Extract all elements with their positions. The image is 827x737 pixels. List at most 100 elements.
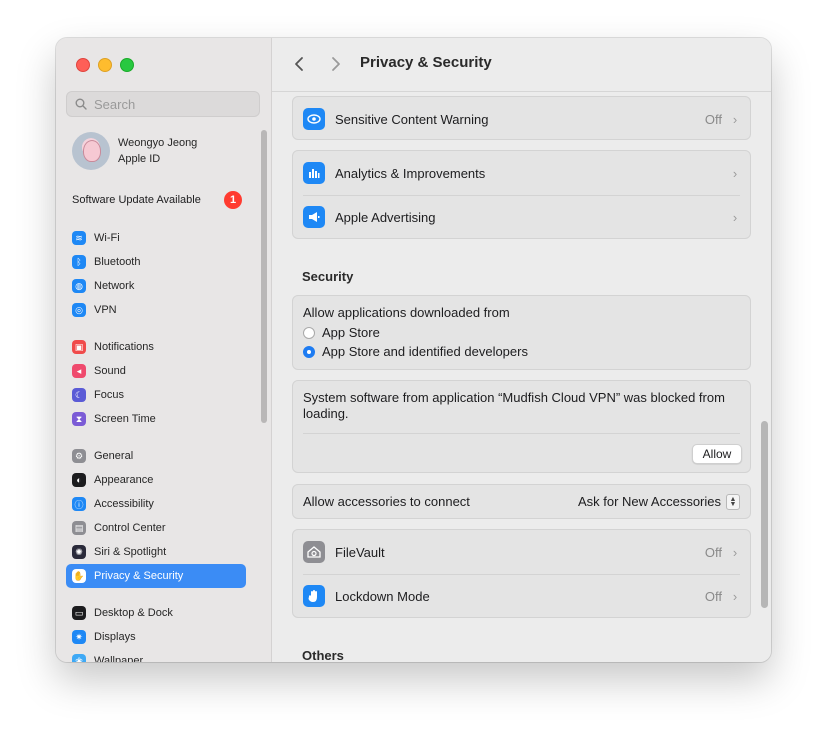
divider: [303, 433, 740, 434]
avatar: [72, 132, 110, 170]
filevault-row[interactable]: FileVault Off ›: [293, 530, 750, 574]
vpn-icon: ◎: [72, 303, 86, 317]
sidebar-item-general[interactable]: ⚙ General: [66, 444, 246, 468]
sensitive-content-label: Sensitive Content Warning: [335, 111, 489, 127]
sidebar-item-network[interactable]: ◍ Network: [66, 274, 246, 298]
allow-apps-title: Allow applications downloaded from: [303, 305, 510, 320]
sidebar-item-control-center[interactable]: ▤ Control Center: [66, 516, 246, 540]
main-pane: Privacy & Security Sensitive Content War…: [272, 38, 771, 662]
accessories-popup-value[interactable]: Ask for New Accessories: [578, 494, 721, 509]
chevron-right-icon: [332, 57, 340, 71]
sidebar-item-siri-spotlight[interactable]: ✺ Siri & Spotlight: [66, 540, 246, 564]
zoom-button[interactable]: [120, 58, 134, 72]
advertising-label: Apple Advertising: [335, 209, 436, 225]
lockdown-label: Lockdown Mode: [335, 588, 430, 604]
sidebar-item-focus[interactable]: ☾ Focus: [66, 383, 246, 407]
globe-icon: ◍: [72, 279, 86, 293]
update-count-badge: 1: [224, 191, 242, 209]
filevault-value: Off: [704, 544, 722, 560]
sidebar-item-sound[interactable]: ◂ Sound: [66, 359, 246, 383]
speaker-icon: ◂: [72, 364, 86, 378]
sidebar-item-label: Accessibility: [94, 498, 154, 510]
sidebar-item-desktop-dock[interactable]: ▭ Desktop & Dock: [66, 601, 246, 625]
sidebar-item-label: Focus: [94, 389, 124, 401]
sidebar-item-label: Sound: [94, 365, 126, 377]
filevault-label: FileVault: [335, 544, 385, 560]
sensitive-content-value: Off: [704, 111, 722, 127]
radio-button[interactable]: [303, 326, 315, 339]
sidebar-item-label: VPN: [94, 304, 117, 316]
analytics-label: Analytics & Improvements: [335, 165, 486, 181]
sidebar-item-label: Siri & Spotlight: [94, 546, 167, 558]
moon-icon: ☾: [72, 388, 86, 402]
allow-apps-card: Allow applications downloaded from App S…: [292, 295, 751, 370]
sidebar-item-screen-time[interactable]: ⧗ Screen Time: [66, 407, 246, 431]
sidebar-item-appearance[interactable]: ◐ Appearance: [66, 468, 246, 492]
radio-app-store[interactable]: App Store: [303, 323, 740, 342]
sidebar-nav: ≋ Wi-Fi ᛒ Bluetooth ◍ Network ◎ VPN ▣ Notificatio…: [66, 226, 246, 662]
sensitive-content-row[interactable]: Sensitive Content Warning Off ›: [293, 97, 750, 141]
blocked-message: System software from application “Mudfis…: [303, 390, 725, 421]
search-field[interactable]: [66, 91, 260, 117]
profile-name: Weongyo Jeong: [118, 137, 198, 149]
sidebar-item-bluetooth[interactable]: ᛒ Bluetooth: [66, 250, 246, 274]
dock-icon: ▭: [72, 606, 86, 620]
software-update-item[interactable]: Software Update Available 1: [72, 191, 242, 209]
analytics-card: Analytics & Improvements › Apple Adverti…: [292, 150, 751, 239]
sidebar-item-displays[interactable]: ✷ Displays: [66, 625, 246, 649]
accessories-card: Allow accessories to connect Ask for New…: [292, 484, 751, 519]
allow-button[interactable]: Allow: [692, 444, 742, 464]
radio-button[interactable]: [303, 345, 315, 358]
sidebar-item-accessibility[interactable]: ⓘ Accessibility: [66, 492, 246, 516]
sidebar-item-label: Network: [94, 280, 135, 292]
lockdown-row[interactable]: Lockdown Mode Off ›: [293, 574, 750, 618]
sidebar-item-label: Wi-Fi: [94, 232, 120, 244]
forward-button[interactable]: [327, 53, 345, 75]
bluetooth-icon: ᛒ: [72, 255, 86, 269]
sidebar-item-label: Appearance: [94, 474, 154, 486]
filevault-card: FileVault Off › Lockdown Mode Off ›: [292, 529, 751, 618]
hand-icon: [303, 585, 325, 607]
gear-icon: ⚙: [72, 449, 86, 463]
sidebar-item-notifications[interactable]: ▣ Notifications: [66, 335, 246, 359]
sidebar-item-label: Bluetooth: [94, 256, 141, 268]
minimize-button[interactable]: [98, 58, 112, 72]
sidebar-item-vpn[interactable]: ◎ VPN: [66, 298, 246, 322]
radio-app-store-identified[interactable]: App Store and identified developers: [303, 342, 740, 361]
chevron-right-icon: ›: [732, 544, 738, 560]
close-button[interactable]: [76, 58, 90, 72]
page-title: Privacy & Security: [360, 54, 492, 71]
radio-label: App Store: [322, 325, 380, 340]
advertising-row[interactable]: Apple Advertising ›: [293, 195, 750, 239]
lockdown-value: Off: [704, 588, 722, 604]
analytics-row[interactable]: Analytics & Improvements ›: [293, 151, 750, 195]
popup-arrows-icon[interactable]: ▲ ▼: [726, 493, 740, 510]
accessories-label: Allow accessories to connect: [303, 494, 470, 509]
eye-icon: [303, 108, 325, 130]
hourglass-icon: ⧗: [72, 412, 86, 426]
sidebar-item-wi-fi[interactable]: ≋ Wi-Fi: [66, 226, 246, 250]
search-input[interactable]: [92, 95, 246, 113]
bell-icon: ▣: [72, 340, 86, 354]
sidebar-item-label: Notifications: [94, 341, 154, 353]
sidebar-item-label: General: [94, 450, 134, 462]
sensitive-content-card: Sensitive Content Warning Off ›: [292, 96, 751, 140]
hand-icon: ✋: [72, 569, 86, 583]
bar-chart-icon: [303, 162, 325, 184]
sidebar-item-privacy-security[interactable]: ✋ Privacy & Security: [66, 564, 246, 588]
chevron-right-icon: ›: [732, 111, 738, 127]
radio-label: App Store and identified developers: [322, 344, 528, 359]
sidebar-item-label: Control Center: [94, 522, 166, 534]
back-button[interactable]: [290, 53, 308, 75]
appearance-icon: ◐: [72, 473, 86, 487]
sidebar-item-wallpaper[interactable]: ❀ Wallpaper: [66, 649, 246, 662]
others-section-title: Others: [302, 648, 344, 662]
control-center-icon: ▤: [72, 521, 86, 535]
apple-id-profile[interactable]: Weongyo Jeong Apple ID: [72, 132, 197, 170]
sidebar-item-label: Privacy & Security: [94, 570, 184, 582]
profile-subtitle: Apple ID: [118, 153, 161, 165]
filevault-icon: [303, 541, 325, 563]
chevron-right-icon: ›: [732, 209, 738, 225]
main-scrollbar[interactable]: [761, 421, 768, 608]
sidebar-scrollbar[interactable]: [261, 130, 267, 423]
